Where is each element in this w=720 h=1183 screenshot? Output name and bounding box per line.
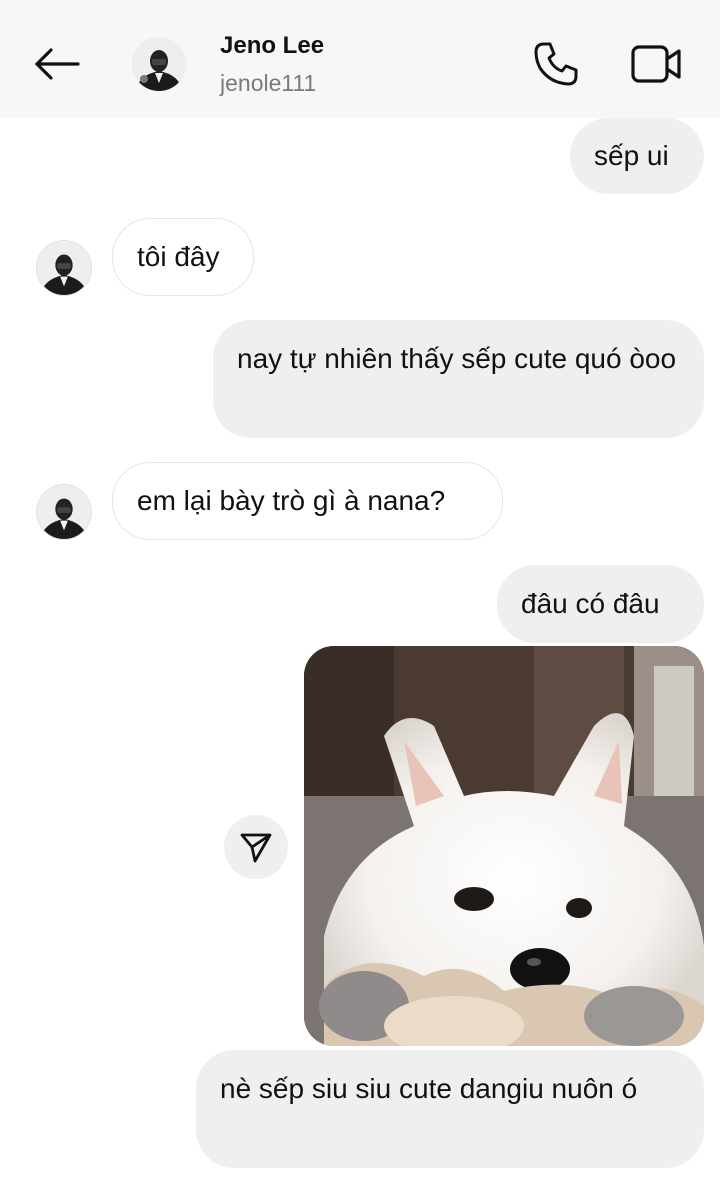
message-bubble-outgoing[interactable]: đâu có đâu xyxy=(497,565,704,643)
share-button[interactable] xyxy=(224,815,288,879)
sender-avatar[interactable] xyxy=(36,240,92,296)
shared-photo[interactable] xyxy=(304,646,704,1046)
message-bubble-outgoing[interactable]: sếp ui xyxy=(570,118,704,194)
message-bubble-incoming[interactable]: tôi đây xyxy=(112,218,254,296)
send-icon xyxy=(240,833,272,863)
message-text: em lại bày trò gì à nana? xyxy=(137,485,446,516)
message-text: đâu có đâu xyxy=(521,588,660,619)
phone-icon xyxy=(534,42,578,86)
video-call-button[interactable] xyxy=(626,36,686,92)
message-bubble-incoming[interactable]: em lại bày trò gì à nana? xyxy=(112,462,503,540)
message-bubble-outgoing[interactable]: nay tự nhiên thấy sếp cute quó òoo xyxy=(213,320,704,438)
video-camera-icon xyxy=(631,45,681,83)
call-button[interactable] xyxy=(528,36,584,92)
message-text: nay tự nhiên thấy sếp cute quó òoo xyxy=(237,343,677,374)
chat-header: Jeno Lee jenole111 xyxy=(0,0,720,118)
arrow-left-icon xyxy=(35,48,80,80)
message-text: tôi đây xyxy=(137,241,220,272)
contact-username: jenole111 xyxy=(220,70,317,96)
message-text: sếp ui xyxy=(594,140,669,171)
contact-name[interactable]: Jeno Lee xyxy=(220,32,324,60)
contact-avatar[interactable] xyxy=(132,37,186,91)
back-button[interactable] xyxy=(28,38,84,90)
message-bubble-outgoing[interactable]: nè sếp siu siu cute dangiu nuôn ó xyxy=(196,1050,704,1168)
sender-avatar[interactable] xyxy=(36,484,92,540)
message-text: nè sếp siu siu cute dangiu nuôn ó xyxy=(220,1073,638,1104)
